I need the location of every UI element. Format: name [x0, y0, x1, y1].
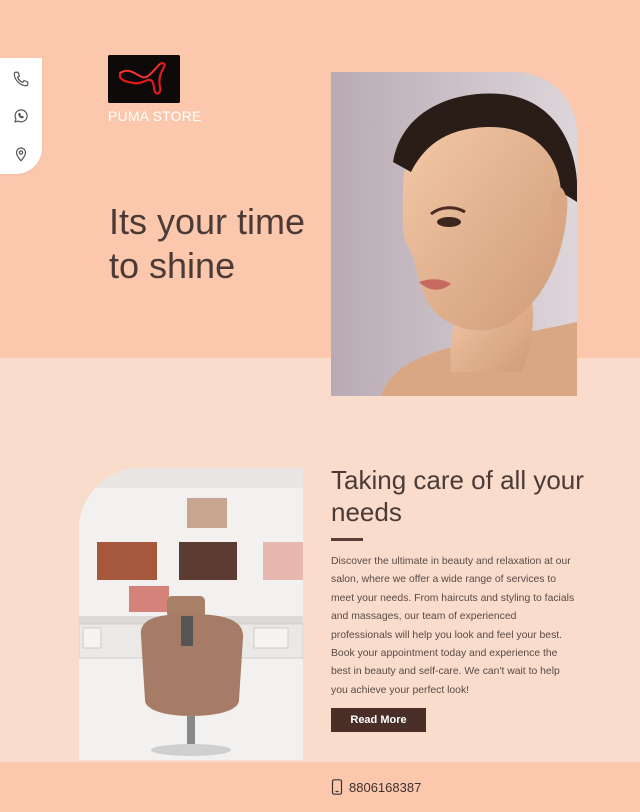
store-name: PUMA STORE — [108, 108, 202, 124]
title-divider — [331, 538, 363, 541]
mobile-phone-icon — [331, 779, 343, 795]
footer-phone[interactable]: 8806168387 — [331, 778, 421, 796]
hero-headline: Its your time to shine — [109, 201, 306, 286]
phone-number: 8806168387 — [349, 779, 422, 795]
read-more-button[interactable]: Read More — [331, 708, 426, 732]
whatsapp-icon[interactable] — [12, 107, 30, 125]
contact-dock — [0, 58, 42, 174]
location-pin-icon[interactable] — [12, 145, 30, 163]
footer — [0, 762, 640, 812]
section-description: Discover the ultimate in beauty and rela… — [331, 556, 575, 696]
section-title: Taking care of all your needs — [331, 465, 584, 527]
brand-logo[interactable] — [108, 55, 180, 103]
salon-interior-image — [79, 468, 303, 760]
phone-icon[interactable] — [12, 70, 30, 88]
hero-portrait-image — [331, 72, 577, 396]
